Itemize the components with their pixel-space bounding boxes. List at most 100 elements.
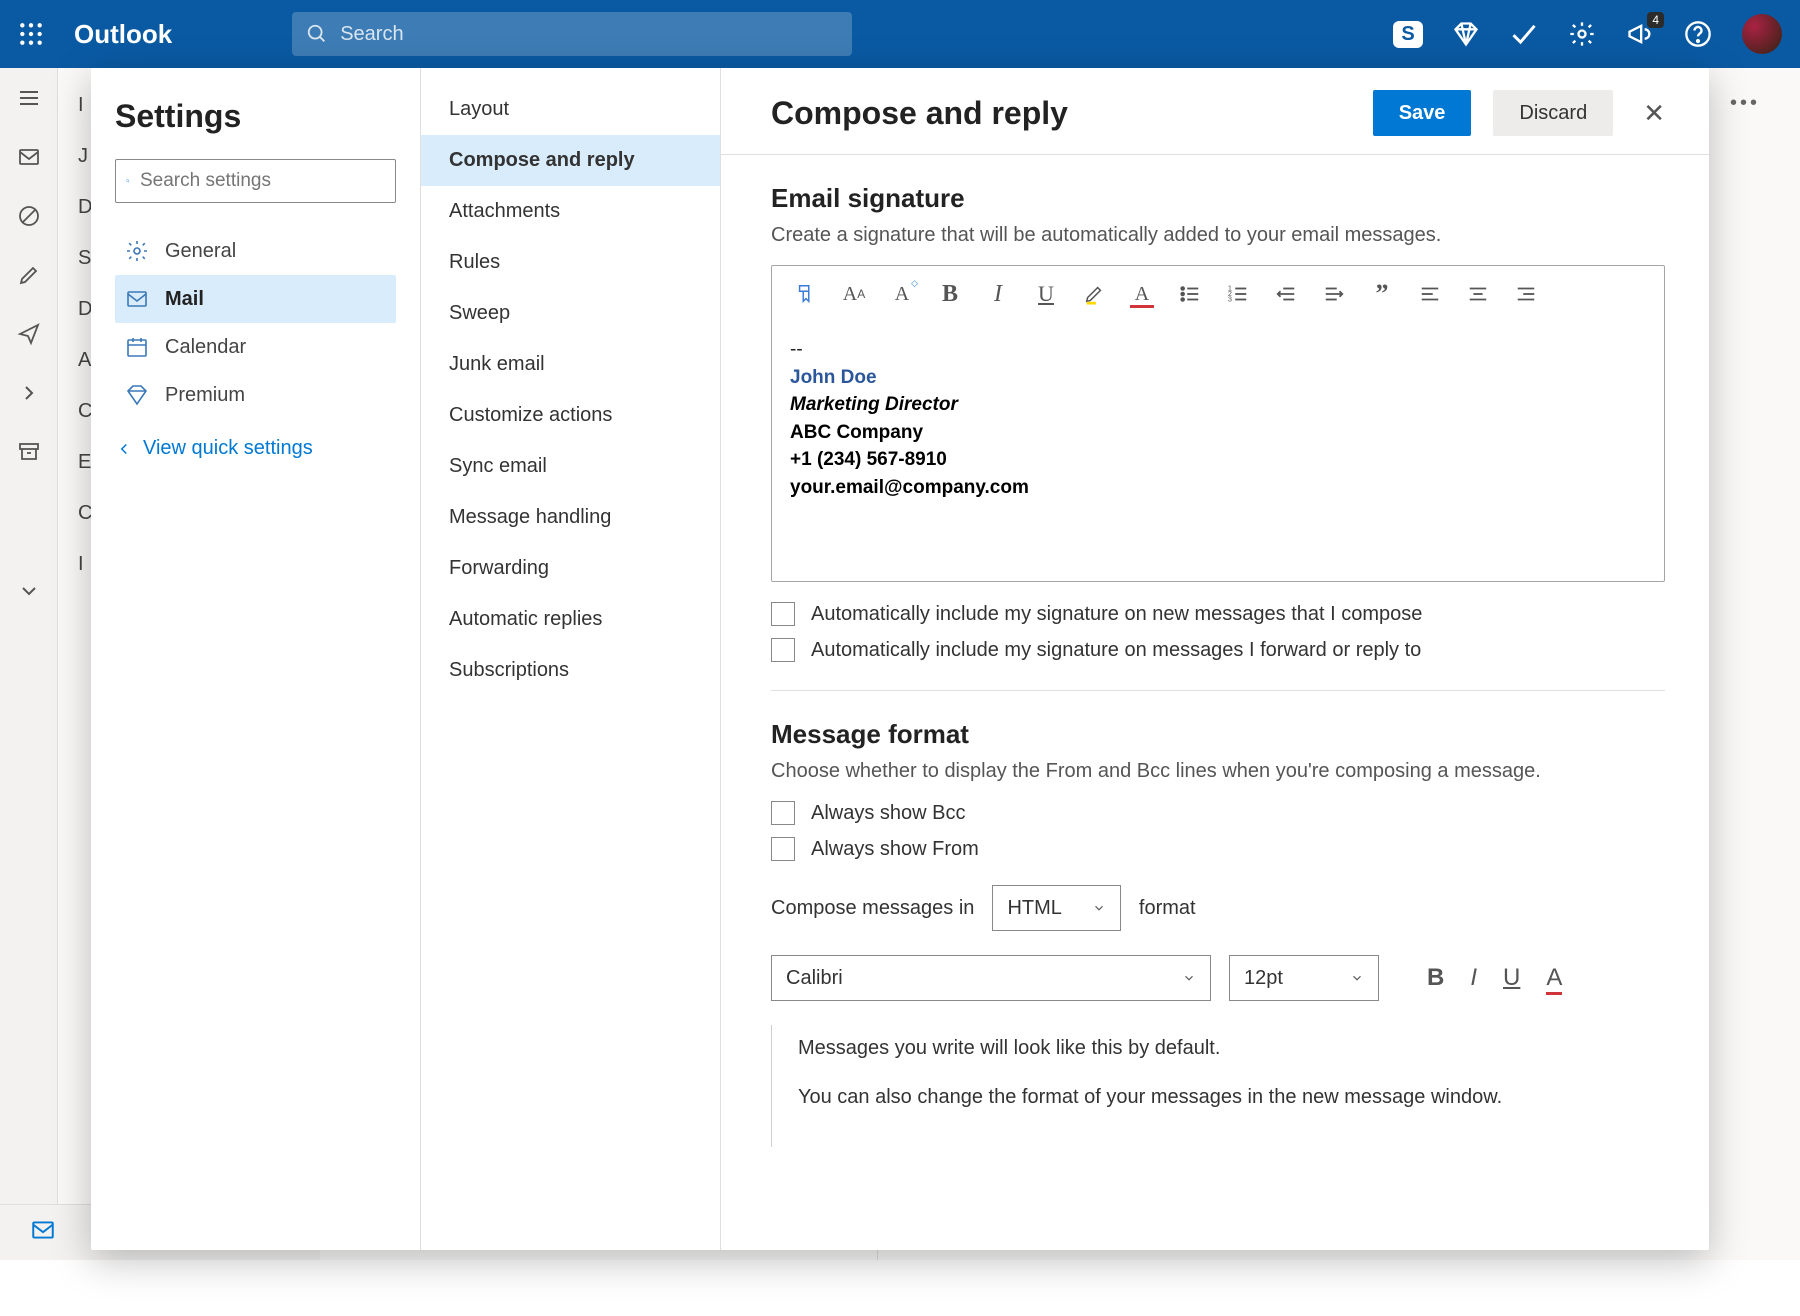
settings-icon[interactable]	[1568, 20, 1596, 48]
highlight-icon[interactable]	[1076, 276, 1112, 312]
settings-modal-overlay: Settings General Mail Calendar Premium	[0, 68, 1800, 1316]
content-header: Compose and reply Save Discard ✕	[721, 68, 1709, 155]
help-icon[interactable]	[1684, 20, 1712, 48]
align-center-icon[interactable]	[1460, 276, 1496, 312]
quote-icon[interactable]: ”	[1364, 276, 1400, 312]
numbering-icon[interactable]: 123	[1220, 276, 1256, 312]
settings-premium[interactable]: Premium	[115, 371, 396, 419]
bullets-icon[interactable]	[1172, 276, 1208, 312]
brand-label: Outlook	[74, 19, 172, 50]
subnav-rules[interactable]: Rules	[421, 237, 720, 288]
font-case-icon[interactable]: A◇	[884, 276, 920, 312]
checkbox-include-new[interactable]: Automatically include my signature on ne…	[771, 602, 1659, 626]
signature-editor: AA A◇ B I U A 123 ”	[771, 265, 1665, 582]
message-format-heading: Message format	[771, 719, 1659, 750]
settings-calendar[interactable]: Calendar	[115, 323, 396, 371]
checkbox-show-bcc[interactable]: Always show Bcc	[771, 801, 1659, 825]
gear-icon	[125, 239, 149, 263]
settings-general[interactable]: General	[115, 227, 396, 275]
content-title: Compose and reply	[771, 95, 1068, 132]
checkbox-icon[interactable]	[771, 837, 795, 861]
italic-icon[interactable]: I	[1470, 964, 1477, 992]
indent-icon[interactable]	[1316, 276, 1352, 312]
underline-icon[interactable]: U	[1503, 964, 1520, 992]
subnav-forwarding[interactable]: Forwarding	[421, 543, 720, 594]
settings-modal: Settings General Mail Calendar Premium	[91, 68, 1709, 1250]
view-quick-settings-link[interactable]: View quick settings	[115, 437, 396, 460]
compose-format-select[interactable]: HTML	[992, 885, 1120, 931]
subnav-compose-and-reply[interactable]: Compose and reply	[421, 135, 720, 186]
font-color-icon[interactable]: A	[1546, 964, 1562, 992]
skype-icon[interactable]: S	[1394, 20, 1422, 48]
format-painter-icon[interactable]	[788, 276, 824, 312]
settings-item-label: Mail	[165, 288, 204, 311]
signature-toolbar: AA A◇ B I U A 123 ”	[772, 266, 1664, 322]
subnav-subscriptions[interactable]: Subscriptions	[421, 645, 720, 696]
mail-icon	[125, 287, 149, 311]
chevron-down-icon	[1092, 901, 1106, 915]
search-icon	[126, 171, 130, 191]
font-size-select[interactable]: 12pt	[1229, 955, 1379, 1001]
settings-search[interactable]	[115, 159, 396, 203]
subnav-layout[interactable]: Layout	[421, 84, 720, 135]
font-color-icon[interactable]: A	[1124, 276, 1160, 312]
checkbox-icon[interactable]	[771, 801, 795, 825]
chevron-down-icon	[1350, 971, 1364, 985]
checkbox-include-fwd[interactable]: Automatically include my signature on me…	[771, 638, 1659, 662]
settings-mail[interactable]: Mail	[115, 275, 396, 323]
mail-settings-subnav: Layout Compose and reply Attachments Rul…	[421, 68, 721, 1250]
chevron-left-icon	[115, 440, 133, 458]
align-right-icon[interactable]	[1508, 276, 1544, 312]
megaphone-icon[interactable]: 4	[1626, 20, 1654, 48]
save-button[interactable]: Save	[1373, 90, 1472, 136]
settings-search-input[interactable]	[140, 170, 385, 192]
subnav-sync-email[interactable]: Sync email	[421, 441, 720, 492]
subnav-junk-email[interactable]: Junk email	[421, 339, 720, 390]
chevron-down-icon	[1182, 971, 1196, 985]
content-body[interactable]: Email signature Create a signature that …	[721, 155, 1709, 1250]
subnav-sweep[interactable]: Sweep	[421, 288, 720, 339]
settings-content: Compose and reply Save Discard ✕ Email s…	[721, 68, 1709, 1250]
outdent-icon[interactable]	[1268, 276, 1304, 312]
checkbox-show-from[interactable]: Always show From	[771, 837, 1659, 861]
topbar: Outlook S 4	[0, 0, 1800, 68]
email-signature-desc: Create a signature that will be automati…	[771, 224, 1659, 247]
signature-textarea[interactable]: -- John Doe Marketing Director ABC Compa…	[772, 322, 1664, 581]
app-launcher-icon[interactable]	[18, 21, 44, 47]
default-font-row: Calibri 12pt B I U A	[771, 955, 1659, 1001]
svg-text:3: 3	[1228, 294, 1232, 303]
global-search[interactable]	[292, 12, 852, 56]
font-size-icon[interactable]: AA	[836, 276, 872, 312]
todo-icon[interactable]	[1510, 20, 1538, 48]
font-family-select[interactable]: Calibri	[771, 955, 1211, 1001]
calendar-icon	[125, 335, 149, 359]
settings-item-label: Premium	[165, 384, 245, 407]
checkbox-icon[interactable]	[771, 638, 795, 662]
subnav-attachments[interactable]: Attachments	[421, 186, 720, 237]
diamond-icon[interactable]	[1452, 20, 1480, 48]
bold-icon[interactable]: B	[932, 276, 968, 312]
underline-icon[interactable]: U	[1028, 276, 1064, 312]
subnav-automatic-replies[interactable]: Automatic replies	[421, 594, 720, 645]
discard-button[interactable]: Discard	[1493, 90, 1613, 136]
close-icon[interactable]: ✕	[1635, 94, 1673, 133]
settings-title: Settings	[115, 98, 396, 135]
settings-nav: Settings General Mail Calendar Premium	[91, 68, 421, 1250]
settings-item-label: General	[165, 240, 236, 263]
compose-format-row: Compose messages in HTML format	[771, 885, 1659, 931]
notification-badge: 4	[1647, 12, 1664, 28]
global-search-input[interactable]	[340, 23, 838, 46]
checkbox-icon[interactable]	[771, 602, 795, 626]
divider	[771, 690, 1665, 691]
italic-icon[interactable]: I	[980, 276, 1016, 312]
align-left-icon[interactable]	[1412, 276, 1448, 312]
email-signature-heading: Email signature	[771, 183, 1659, 214]
bold-icon[interactable]: B	[1427, 964, 1444, 992]
user-avatar[interactable]	[1742, 14, 1782, 54]
settings-item-label: Calendar	[165, 336, 246, 359]
search-icon	[306, 23, 328, 45]
message-format-desc: Choose whether to display the From and B…	[771, 760, 1659, 783]
subnav-message-handling[interactable]: Message handling	[421, 492, 720, 543]
subnav-customize-actions[interactable]: Customize actions	[421, 390, 720, 441]
diamond-icon	[125, 383, 149, 407]
